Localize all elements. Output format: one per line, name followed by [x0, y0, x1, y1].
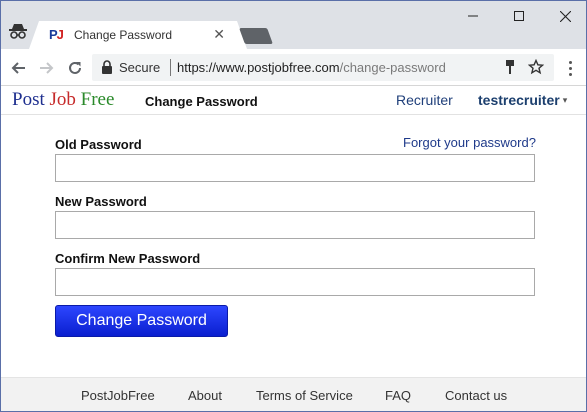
footer-link-faq[interactable]: FAQ: [385, 388, 411, 403]
browser-toolbar: Secure https://www.postjobfree.com/chang…: [1, 49, 586, 86]
back-arrow-icon[interactable]: [8, 58, 28, 78]
footer-link-about[interactable]: About: [188, 388, 222, 403]
window-maximize-button[interactable]: [496, 1, 542, 31]
window-minimize-button[interactable]: [450, 1, 496, 31]
site-header: Post Job Free Change Password Recruiter …: [1, 87, 586, 115]
browser-titlebar: PJ Change Password ✕: [1, 1, 586, 49]
web-page: Post Job Free Change Password Recruiter …: [1, 87, 586, 411]
footer-link-contact[interactable]: Contact us: [445, 388, 507, 403]
address-bar[interactable]: Secure https://www.postjobfree.com/chang…: [92, 54, 554, 81]
kebab-menu-icon[interactable]: [562, 58, 578, 78]
page-title: Change Password: [145, 94, 258, 109]
new-password-input[interactable]: [55, 211, 535, 239]
browser-window: PJ Change Password ✕ Secure https://www.…: [0, 0, 587, 412]
confirm-password-input[interactable]: [55, 268, 535, 296]
window-close-button[interactable]: [542, 1, 586, 31]
tab-close-icon[interactable]: ✕: [213, 26, 225, 43]
old-password-input[interactable]: [55, 154, 535, 182]
footer-link-postjobfree[interactable]: PostJobFree: [81, 388, 155, 403]
reload-icon[interactable]: [65, 58, 85, 78]
star-icon[interactable]: [528, 59, 544, 75]
address-divider: [170, 59, 171, 76]
incognito-icon: [7, 21, 29, 41]
confirm-password-label: Confirm New Password: [55, 251, 201, 266]
chevron-down-icon: ▾: [562, 95, 568, 105]
paint-brush-icon[interactable]: [502, 59, 518, 75]
forward-arrow-icon[interactable]: [37, 58, 57, 78]
old-password-label: Old Password: [55, 137, 142, 152]
secure-label: Secure: [119, 60, 161, 75]
recruiter-link[interactable]: Recruiter: [396, 92, 453, 108]
tab-title: Change Password: [74, 28, 173, 42]
new-tab-button[interactable]: [239, 28, 273, 44]
user-menu[interactable]: testrecruiter ▾: [478, 92, 567, 108]
site-favicon-icon: PJ: [49, 27, 64, 42]
lock-icon: [101, 60, 113, 74]
new-password-label: New Password: [55, 194, 147, 209]
forgot-password-link[interactable]: Forgot your password?: [403, 135, 536, 150]
change-password-button[interactable]: Change Password: [55, 305, 228, 337]
footer-link-terms[interactable]: Terms of Service: [256, 388, 353, 403]
browser-tab-active[interactable]: PJ Change Password ✕: [29, 21, 247, 49]
site-logo[interactable]: Post Job Free: [12, 89, 114, 111]
url-text: https://www.postjobfree.com/change-passw…: [177, 60, 446, 75]
site-footer: PostJobFree About Terms of Service FAQ C…: [1, 377, 586, 411]
